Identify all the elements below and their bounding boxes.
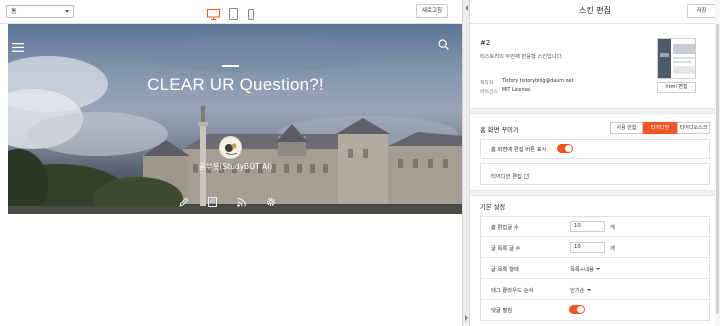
home-post-count-input[interactable]: 10 bbox=[570, 221, 605, 232]
section-divider bbox=[470, 108, 720, 114]
list-type-label: 글 목록 형태 bbox=[491, 267, 519, 273]
list-post-count-input[interactable]: 10 bbox=[570, 242, 605, 253]
desktop-icon[interactable] bbox=[207, 5, 220, 24]
hero-background-image bbox=[8, 36, 463, 214]
show-edit-button-row: 홈 화면에 편집 버튼 표시 bbox=[481, 140, 709, 158]
skin-maker: 제작자 Tistory tistoryblog@daum.net bbox=[480, 79, 573, 86]
chevron-down-icon bbox=[65, 10, 69, 13]
pane-splitter[interactable] bbox=[462, 0, 470, 326]
pencil-icon[interactable] bbox=[179, 192, 189, 211]
skin-license-label: 라이선스 bbox=[480, 90, 498, 95]
blog-title[interactable]: CLEAR UR Question?! bbox=[8, 75, 463, 95]
html-edit-button[interactable]: html 편집 bbox=[657, 82, 696, 93]
gear-icon[interactable] bbox=[266, 192, 276, 211]
skin-description: 티스토리의 두번째 반응형 스킨입니다. bbox=[480, 54, 563, 60]
basic-section-title: 기본 설정 bbox=[480, 204, 506, 211]
skin-edit-panel: 스킨 편집 저장 #2 티스토리의 두번째 반응형 스킨입니다. 제작자 Tis… bbox=[470, 0, 720, 326]
comment-expand-toggle[interactable] bbox=[569, 305, 585, 314]
tag-cloud-label: 태그 클라우드 순서 bbox=[491, 288, 534, 294]
home-post-count-unit: 개 bbox=[610, 225, 615, 231]
skin-maker-label: 제작자 bbox=[480, 81, 494, 86]
home-cover-tabs: 사용 안함 티어디언 티어디오스크 bbox=[610, 122, 710, 134]
cover-editor-link-label: 티어디언 편집 bbox=[491, 174, 522, 180]
rss-icon[interactable] bbox=[237, 192, 247, 211]
skin-license: 라이선스 MIT License bbox=[480, 88, 530, 95]
list-post-count-row: 글 목록 글 수 10 개 bbox=[481, 237, 709, 258]
skin-maker-value: Tistory tistoryblog@daum.net bbox=[502, 79, 574, 84]
panel-title: 스킨 편집 bbox=[470, 0, 720, 24]
tab-cover-desk[interactable]: 티어디오스크 bbox=[677, 122, 710, 134]
external-link-icon bbox=[523, 172, 530, 179]
tag-cloud-select[interactable]: 인기순 bbox=[570, 286, 591, 294]
skin-name: #2 bbox=[480, 39, 491, 47]
title-divider bbox=[222, 65, 239, 67]
comment-expand-row: 댓글 펼침 bbox=[481, 300, 709, 320]
home-options-box: 홈 화면에 편집 버튼 표시 bbox=[480, 139, 710, 159]
list-post-count-unit: 개 bbox=[610, 246, 615, 252]
preview-pane: 홈 새로고침 CLEAR UR Question?! 공부봇(StudyBOT … bbox=[0, 0, 463, 326]
home-section-title: 홈 화면 꾸미기 bbox=[480, 127, 519, 134]
basic-settings-box: 홈 편집글 수 10 개 글 목록 글 수 10 개 글 목록 형태 목록+내용… bbox=[480, 216, 710, 321]
home-post-count-label: 홈 편집글 수 bbox=[491, 225, 519, 231]
author-name: 공부봇(StudyBOT AI) bbox=[198, 162, 273, 171]
tab-none[interactable]: 사용 안함 bbox=[610, 122, 643, 134]
list-type-row: 글 목록 형태 목록+내용 bbox=[481, 258, 709, 279]
skin-license-value: MIT License bbox=[502, 88, 531, 93]
chevron-down-icon bbox=[586, 289, 591, 291]
section-divider bbox=[470, 190, 720, 196]
comment-expand-label: 댓글 펼침 bbox=[491, 308, 513, 314]
show-edit-button-label: 홈 화면에 편집 버튼 표시 bbox=[491, 147, 547, 153]
preview-toolbar: 홈 새로고침 bbox=[0, 0, 462, 24]
cover-editor-link[interactable]: 티어디언 편집 bbox=[491, 172, 530, 180]
tablet-icon[interactable] bbox=[229, 5, 238, 24]
save-button[interactable]: 저장 bbox=[687, 4, 716, 18]
tag-cloud-value: 인기순 bbox=[570, 288, 585, 294]
panel-scrollbar[interactable] bbox=[715, 0, 720, 326]
cover-editor-link-box[interactable]: 티어디언 편집 bbox=[480, 163, 710, 185]
show-edit-button-toggle[interactable] bbox=[557, 144, 573, 153]
list-type-select[interactable]: 목록+내용 bbox=[570, 265, 600, 273]
blog-hero: CLEAR UR Question?! 공부봇(StudyBOT AI) bbox=[8, 24, 463, 214]
avatar[interactable] bbox=[219, 136, 242, 159]
page-select[interactable]: 홈 bbox=[6, 5, 74, 18]
skin-thumbnail bbox=[657, 38, 696, 79]
refresh-button[interactable]: 새로고침 bbox=[416, 4, 448, 18]
chevron-down-icon bbox=[595, 268, 600, 270]
tab-cover[interactable]: 티어디언 bbox=[643, 122, 677, 134]
menu-icon[interactable] bbox=[12, 37, 24, 56]
mobile-icon[interactable] bbox=[248, 5, 254, 24]
list-type-value: 목록+내용 bbox=[570, 267, 594, 273]
search-icon[interactable] bbox=[438, 35, 449, 54]
document-icon[interactable] bbox=[208, 192, 217, 211]
page-select-value: 홈 bbox=[11, 8, 17, 15]
list-post-count-label: 글 목록 글 수 bbox=[491, 246, 521, 252]
home-post-count-row: 홈 편집글 수 10 개 bbox=[481, 217, 709, 237]
tag-cloud-row: 태그 클라우드 순서 인기순 bbox=[481, 279, 709, 300]
